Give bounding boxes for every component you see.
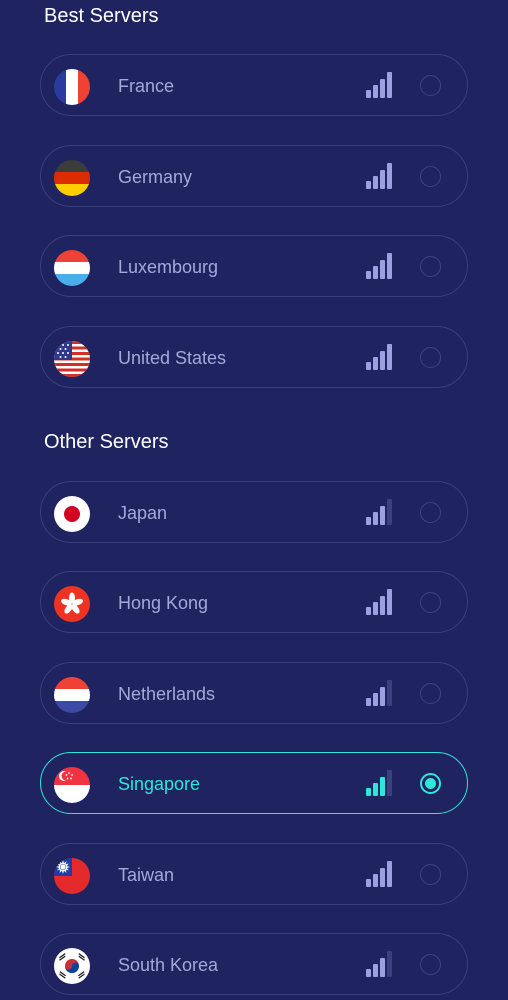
server-row-hong-kong[interactable]: Hong Kong (40, 571, 468, 633)
signal-bar (373, 512, 378, 525)
signal-bar (380, 777, 385, 796)
server-name: Hong Kong (118, 593, 209, 613)
signal-bar (380, 351, 385, 370)
luxembourg-flag-icon (54, 250, 90, 286)
signal-bar (380, 596, 385, 615)
signal-bar (366, 517, 371, 525)
france-flag-icon (54, 69, 90, 105)
signal-bar (366, 607, 371, 615)
hong-kong-flag-icon (54, 586, 90, 622)
signal-bar (373, 693, 378, 706)
server-radio[interactable] (420, 592, 441, 613)
server-row-luxembourg[interactable]: Luxembourg (40, 235, 468, 297)
server-radio[interactable] (420, 347, 441, 368)
server-row-united-states[interactable]: United States (40, 326, 468, 388)
signal-strength-icon (366, 861, 394, 887)
south-korea-flag-icon (54, 948, 90, 984)
signal-strength-icon (366, 680, 394, 706)
server-name: Luxembourg (118, 257, 219, 277)
taiwan-flag-icon (54, 858, 90, 894)
signal-bar (373, 85, 378, 98)
signal-bar (380, 79, 385, 98)
server-name: Singapore (118, 774, 201, 794)
server-name: Netherlands (118, 684, 216, 704)
other-servers-title: Other Servers (44, 431, 169, 453)
server-row-germany[interactable]: Germany (40, 145, 468, 207)
server-name: Japan (118, 503, 168, 523)
japan-flag-icon (54, 496, 90, 532)
signal-strength-icon (366, 589, 394, 615)
signal-bar (387, 861, 392, 887)
signal-bar (373, 964, 378, 977)
signal-strength-icon (366, 163, 394, 189)
signal-bar (366, 698, 371, 706)
signal-bar (373, 176, 378, 189)
signal-strength-icon (366, 499, 394, 525)
server-name: Germany (118, 167, 193, 187)
signal-bar (366, 90, 371, 98)
signal-bar (373, 266, 378, 279)
server-name: South Korea (118, 955, 219, 975)
server-radio[interactable] (420, 502, 441, 523)
signal-bar (380, 506, 385, 525)
server-row-netherlands[interactable]: Netherlands (40, 662, 468, 724)
signal-bar (366, 181, 371, 189)
server-radio[interactable] (420, 954, 441, 975)
server-row-france[interactable]: France (40, 54, 468, 116)
signal-bar (373, 357, 378, 370)
signal-bar (366, 362, 371, 370)
germany-flag-icon (54, 160, 90, 196)
signal-bar (387, 344, 392, 370)
signal-bar (387, 253, 392, 279)
signal-bar (380, 170, 385, 189)
signal-bar (387, 770, 392, 796)
signal-bar (380, 958, 385, 977)
signal-strength-icon (366, 253, 394, 279)
signal-bar (387, 163, 392, 189)
server-row-south-korea[interactable]: South Korea (40, 933, 468, 995)
server-name: France (118, 76, 175, 96)
server-radio[interactable] (420, 864, 441, 885)
signal-bar (387, 951, 392, 977)
united-states-flag-icon (54, 341, 90, 377)
server-radio[interactable] (420, 773, 441, 794)
signal-bar (380, 260, 385, 279)
signal-strength-icon (366, 72, 394, 98)
signal-bar (366, 788, 371, 796)
signal-bar (380, 868, 385, 887)
server-radio[interactable] (420, 166, 441, 187)
signal-bar (387, 499, 392, 525)
server-radio[interactable] (420, 256, 441, 277)
signal-bar (373, 783, 378, 796)
best-servers-title: Best Servers (44, 5, 159, 27)
server-row-taiwan[interactable]: Taiwan (40, 843, 468, 905)
netherlands-flag-icon (54, 677, 90, 713)
signal-bar (366, 879, 371, 887)
singapore-flag-icon (54, 767, 90, 803)
server-name: United States (118, 348, 227, 368)
signal-bar (387, 680, 392, 706)
signal-bar (387, 589, 392, 615)
server-radio[interactable] (420, 75, 441, 96)
server-radio[interactable] (420, 683, 441, 704)
signal-bar (373, 874, 378, 887)
signal-bar (387, 72, 392, 98)
signal-strength-icon (366, 770, 394, 796)
signal-bar (366, 969, 371, 977)
signal-bar (380, 687, 385, 706)
signal-bar (373, 602, 378, 615)
signal-strength-icon (366, 344, 394, 370)
server-name: Taiwan (118, 865, 175, 885)
server-row-singapore[interactable]: Singapore (40, 752, 468, 814)
signal-bar (366, 271, 371, 279)
server-row-japan[interactable]: Japan (40, 481, 468, 543)
signal-strength-icon (366, 951, 394, 977)
